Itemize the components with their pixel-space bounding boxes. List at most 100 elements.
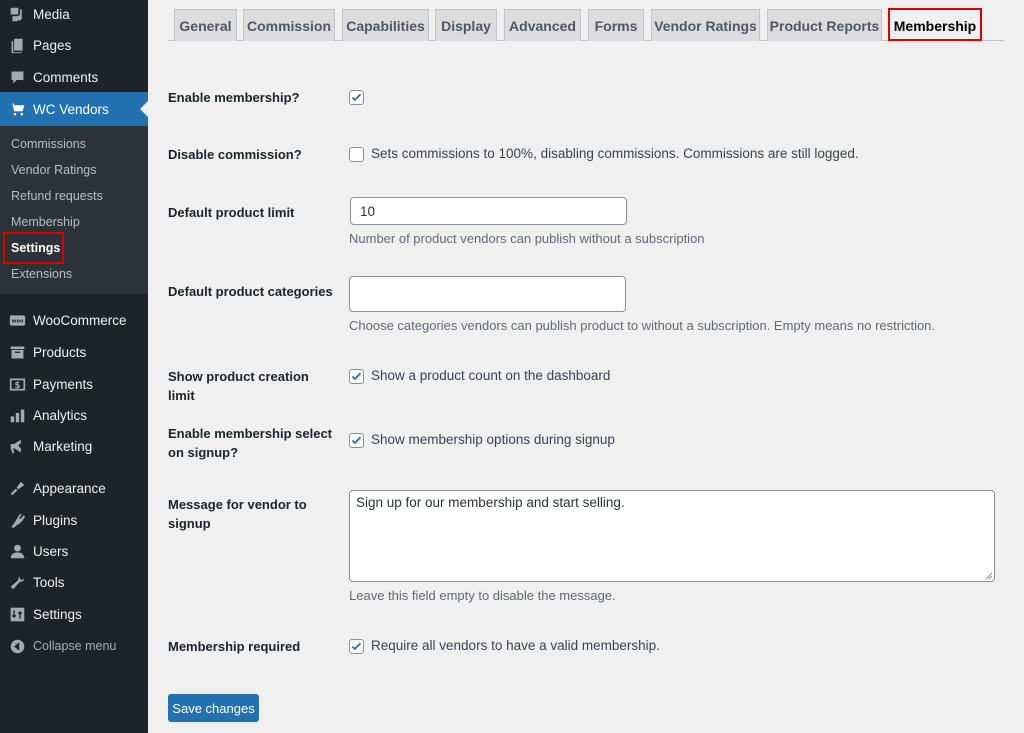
label-line: Message for vendor to xyxy=(168,497,307,512)
show-product-creation-limit-label: Show product creation limit xyxy=(168,369,309,403)
tab-display[interactable]: Display xyxy=(435,9,497,41)
enable-membership-select-text: Show membership options during signup xyxy=(371,432,615,447)
settings-tabs: General Commission Capabilities Display … xyxy=(168,9,1004,42)
submenu-item-settings[interactable]: Settings xyxy=(11,240,60,256)
marketing-icon xyxy=(7,436,27,456)
payments-icon: $ xyxy=(7,374,27,394)
woo-icon: woo xyxy=(7,310,27,330)
submenu-item-extensions[interactable]: Extensions xyxy=(11,266,72,282)
menu-label: Appearance xyxy=(33,480,106,496)
menu-item-products[interactable]: Products xyxy=(0,335,148,369)
tab-capabilities[interactable]: Capabilities xyxy=(342,9,429,41)
settings-icon xyxy=(7,604,27,624)
menu-label: WooCommerce xyxy=(33,312,127,328)
menu-label: WC Vendors xyxy=(33,101,109,117)
collapse-label: Collapse menu xyxy=(33,639,117,653)
message-for-vendor-textarea[interactable]: Sign up for our membership and start sel… xyxy=(349,490,995,582)
appearance-icon xyxy=(7,478,27,498)
menu-label: Pages xyxy=(33,37,72,53)
menu-item-marketing[interactable]: Marketing xyxy=(0,429,148,463)
label-line: Enable membership select xyxy=(168,426,333,441)
plugins-icon xyxy=(7,510,27,530)
media-icon xyxy=(7,4,27,24)
menu-item-woocommerce[interactable]: woo WooCommerce xyxy=(0,303,148,337)
menu-item-settings[interactable]: Settings xyxy=(0,597,148,631)
submenu-item-membership[interactable]: Membership xyxy=(11,214,80,230)
submenu-item-vendor-ratings[interactable]: Vendor Ratings xyxy=(11,162,96,178)
enable-membership-select-label: Enable membership select on signup? xyxy=(168,424,333,462)
wc-vendors-submenu: Commissions Vendor Ratings Refund reques… xyxy=(0,126,148,294)
disable-commission-label: Disable commission? xyxy=(168,147,302,162)
tab-product-reports[interactable]: Product Reports xyxy=(767,9,882,41)
menu-label: Comments xyxy=(33,69,99,85)
tab-general[interactable]: General xyxy=(174,9,237,41)
label-line: signup xyxy=(168,516,211,531)
menu-item-appearance[interactable]: Appearance xyxy=(0,471,148,505)
tab-membership[interactable]: Membership xyxy=(889,9,981,42)
collapse-menu-button[interactable]: Collapse menu xyxy=(0,629,148,663)
default-product-limit-input[interactable]: 10 xyxy=(350,197,627,225)
show-product-creation-limit-checkbox[interactable] xyxy=(349,369,364,384)
checkmark-icon xyxy=(351,93,362,102)
submenu-item-commissions[interactable]: Commissions xyxy=(11,136,86,152)
checkmark-icon xyxy=(351,642,362,651)
menu-label: Marketing xyxy=(33,438,93,454)
tab-forms[interactable]: Forms xyxy=(588,9,644,41)
default-product-categories-label: Default product categories xyxy=(168,284,333,299)
collapse-icon xyxy=(7,636,27,656)
cart-icon xyxy=(7,99,27,119)
enable-membership-label: Enable membership? xyxy=(168,90,300,105)
menu-label: Tools xyxy=(33,574,65,590)
default-product-categories-input[interactable] xyxy=(349,276,626,312)
comments-icon xyxy=(7,67,27,87)
default-product-limit-label: Default product limit xyxy=(168,205,295,220)
tab-advanced[interactable]: Advanced xyxy=(504,9,581,41)
enable-membership-select-checkbox[interactable] xyxy=(349,433,364,448)
menu-item-tools[interactable]: Tools xyxy=(0,565,148,599)
resize-handle-icon[interactable] xyxy=(985,572,993,580)
tools-icon xyxy=(7,572,27,592)
svg-text:woo: woo xyxy=(11,318,23,324)
menu-item-analytics[interactable]: Analytics xyxy=(0,398,148,432)
menu-item-comments[interactable]: Comments xyxy=(0,60,148,94)
submenu-item-refund-requests[interactable]: Refund requests xyxy=(11,188,103,204)
default-product-limit-description: Number of product vendors can publish wi… xyxy=(349,231,705,246)
checkmark-icon xyxy=(351,372,362,381)
menu-item-wc-vendors[interactable]: WC Vendors xyxy=(0,92,148,126)
disable-commission-text: Sets commissions to 100%, disabling comm… xyxy=(371,146,859,161)
membership-required-text: Require all vendors to have a valid memb… xyxy=(371,638,660,653)
pages-icon xyxy=(7,35,27,55)
membership-required-label: Membership required xyxy=(168,639,301,654)
message-for-vendor-label: Message for vendor to signup xyxy=(168,495,333,533)
users-icon xyxy=(7,541,27,561)
show-product-creation-limit-text: Show a product count on the dashboard xyxy=(371,368,611,383)
save-changes-button[interactable]: Save changes xyxy=(168,694,259,722)
menu-item-payments[interactable]: $ Payments xyxy=(0,367,148,401)
menu-label: Plugins xyxy=(33,512,78,528)
message-for-vendor-value: Sign up for our membership and start sel… xyxy=(356,495,625,510)
admin-sidebar: Media Pages Comments WC Vendors Commissi… xyxy=(0,0,148,733)
products-icon xyxy=(7,342,27,362)
enable-membership-checkbox[interactable] xyxy=(349,90,364,105)
tab-vendor-ratings[interactable]: Vendor Ratings xyxy=(651,9,760,41)
menu-label: Media xyxy=(33,6,70,22)
disable-commission-checkbox[interactable] xyxy=(349,147,364,162)
tab-commission[interactable]: Commission xyxy=(243,9,335,41)
menu-label: Users xyxy=(33,543,69,559)
menu-label: Products xyxy=(33,344,87,360)
menu-item-media[interactable]: Media xyxy=(0,0,148,31)
checkmark-icon xyxy=(351,436,362,445)
menu-label: Settings xyxy=(33,606,82,622)
analytics-icon xyxy=(7,405,27,425)
menu-item-plugins[interactable]: Plugins xyxy=(0,503,148,537)
label-line: on signup? xyxy=(168,445,239,460)
message-for-vendor-description: Leave this field empty to disable the me… xyxy=(349,588,616,603)
default-product-limit-value: 10 xyxy=(360,203,376,219)
menu-label: Payments xyxy=(33,376,94,392)
menu-label: Analytics xyxy=(33,407,88,423)
default-product-categories-description: Choose categories vendors can publish pr… xyxy=(349,318,936,333)
svg-text:$: $ xyxy=(14,380,20,390)
menu-item-pages[interactable]: Pages xyxy=(0,28,148,62)
membership-required-checkbox[interactable] xyxy=(349,639,364,654)
menu-item-users[interactable]: Users xyxy=(0,534,148,568)
